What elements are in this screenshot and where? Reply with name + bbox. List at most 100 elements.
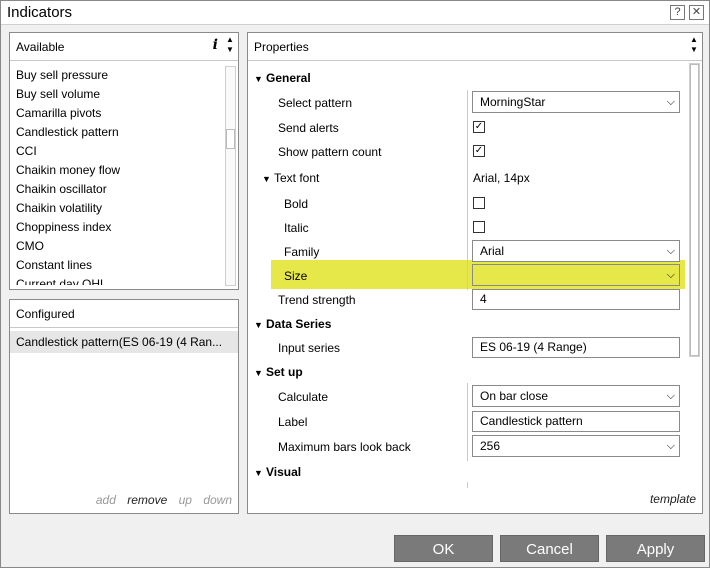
window-title: Indicators (7, 4, 73, 21)
show-pattern-count-label: Show pattern count (278, 145, 382, 159)
label-field[interactable]: Candlestick pattern (472, 411, 680, 432)
configured-actions: add remove up down (88, 493, 232, 507)
ok-button[interactable]: OK (394, 535, 493, 562)
input-series-label: Input series (278, 341, 341, 355)
column-divider (467, 482, 468, 488)
max-bars-dropdown[interactable]: 256 ⌵ (472, 435, 680, 457)
cancel-button[interactable]: Cancel (500, 535, 599, 562)
chevron-down-icon: ⌵ (666, 269, 675, 281)
list-item[interactable]: Buy sell volume (10, 85, 238, 104)
list-item[interactable]: Camarilla pivots (10, 104, 238, 123)
list-item[interactable]: CMO (10, 237, 238, 256)
remove-link[interactable]: remove (127, 493, 167, 507)
properties-title: Properties (254, 40, 309, 54)
list-item[interactable]: Chaikin money flow (10, 161, 238, 180)
chevron-down-icon: ⌵ (666, 96, 675, 108)
calculate-label: Calculate (278, 390, 329, 404)
configured-title: Configured (16, 307, 75, 321)
dropdown-value: On bar close (480, 389, 549, 403)
chevron-down-icon: ⌵ (666, 390, 675, 402)
size-label: Size (284, 269, 308, 283)
list-item[interactable]: Chaikin oscillator (10, 180, 238, 199)
section-setup[interactable]: ▼ Set up (254, 365, 303, 379)
arrow-down-icon[interactable]: ▼ (688, 45, 700, 55)
column-divider (467, 383, 468, 461)
info-icon[interactable]: i (213, 37, 218, 53)
collapse-triangle-icon[interactable]: ▼ (254, 368, 266, 378)
scroll-thumb[interactable] (690, 64, 699, 356)
input-series-field[interactable]: ES 06-19 (4 Range) (472, 337, 680, 358)
chevron-down-icon: ⌵ (666, 245, 675, 257)
configured-panel: Configured Candlestick pattern(ES 06-19 … (9, 299, 239, 514)
text-font-row[interactable]: ▼ Text font (262, 171, 319, 185)
list-item[interactable]: Constant lines (10, 256, 238, 275)
help-button[interactable]: ? (670, 5, 685, 20)
dropdown-value: MorningStar (480, 95, 546, 109)
configured-list: Candlestick pattern(ES 06-19 (4 Ran... (10, 331, 238, 513)
indicators-window: Indicators ? ✕ Available i ▲ ▼ Buy sell … (0, 0, 710, 568)
scroll-thumb[interactable] (226, 129, 235, 149)
section-visual[interactable]: ▼ Visual (254, 465, 301, 479)
bold-checkbox[interactable] (473, 197, 485, 209)
add-link[interactable]: add (96, 493, 116, 507)
arrow-down-icon[interactable]: ▼ (224, 45, 236, 55)
properties-header: Properties ▲ ▼ (248, 33, 702, 61)
available-list: Buy sell pressure Buy sell volume Camari… (10, 66, 238, 289)
arrow-up-icon[interactable]: ▲ (224, 35, 236, 45)
scroll-arrows-icon[interactable]: ▲ ▼ (688, 35, 700, 55)
send-alerts-checkbox[interactable]: ✓ (473, 121, 485, 133)
family-dropdown[interactable]: Arial ⌵ (472, 240, 680, 262)
show-pattern-count-checkbox[interactable]: ✓ (473, 145, 485, 157)
section-general[interactable]: ▼ General (254, 71, 311, 85)
collapse-triangle-icon[interactable]: ▼ (254, 74, 266, 84)
italic-label: Italic (284, 221, 309, 235)
configured-header: Configured (10, 300, 238, 328)
down-link[interactable]: down (203, 493, 232, 507)
dropdown-value: 256 (480, 439, 501, 453)
title-bar: Indicators ? ✕ (1, 1, 709, 25)
italic-checkbox[interactable] (473, 221, 485, 233)
list-item[interactable]: Chaikin volatility (10, 199, 238, 218)
arrow-up-icon[interactable]: ▲ (688, 35, 700, 45)
dropdown-value: Arial (480, 244, 505, 258)
section-label: Data Series (266, 317, 332, 331)
section-data-series[interactable]: ▼ Data Series (254, 317, 331, 331)
available-panel: Available i ▲ ▼ Buy sell pressure Buy se… (9, 32, 239, 290)
configured-item[interactable]: Candlestick pattern(ES 06-19 (4 Ran... (10, 331, 238, 353)
apply-button[interactable]: Apply (606, 535, 705, 562)
collapse-triangle-icon[interactable]: ▼ (262, 174, 274, 184)
text-font-value: Arial, 14px (473, 171, 530, 185)
chevron-down-icon: ⌵ (666, 440, 675, 452)
template-link[interactable]: template (650, 492, 696, 506)
available-scrollbar[interactable] (225, 66, 236, 286)
trend-strength-field[interactable]: 4 (472, 289, 680, 310)
select-pattern-dropdown[interactable]: MorningStar ⌵ (472, 91, 680, 113)
list-item[interactable]: CCI (10, 142, 238, 161)
list-item[interactable]: Candlestick pattern (10, 123, 238, 142)
section-label: Set up (266, 365, 303, 379)
family-label: Family (284, 245, 320, 259)
trend-strength-label: Trend strength (278, 293, 356, 307)
list-item[interactable]: Current day OHL (10, 275, 238, 285)
bold-label: Bold (284, 197, 309, 211)
scroll-arrows-icon[interactable]: ▲ ▼ (224, 35, 236, 55)
properties-scrollbar[interactable] (689, 63, 700, 357)
close-button[interactable]: ✕ (689, 5, 704, 20)
section-label: Visual (266, 465, 302, 479)
collapse-triangle-icon[interactable]: ▼ (254, 320, 266, 330)
available-title: Available (16, 40, 65, 54)
available-header: Available i ▲ ▼ (10, 33, 238, 61)
list-item[interactable]: Buy sell pressure (10, 66, 238, 85)
max-bars-label: Maximum bars look back (278, 440, 411, 454)
collapse-triangle-icon[interactable]: ▼ (254, 468, 266, 478)
list-item[interactable]: Choppiness index (10, 218, 238, 237)
up-link[interactable]: up (179, 493, 192, 507)
send-alerts-label: Send alerts (278, 121, 339, 135)
select-pattern-label: Select pattern (278, 96, 353, 110)
column-divider (467, 90, 468, 290)
calculate-dropdown[interactable]: On bar close ⌵ (472, 385, 680, 407)
label-label: Label (278, 415, 308, 429)
size-dropdown[interactable]: ⌵ (472, 264, 680, 286)
section-label: General (266, 71, 311, 85)
text-font-label: Text font (274, 171, 320, 185)
